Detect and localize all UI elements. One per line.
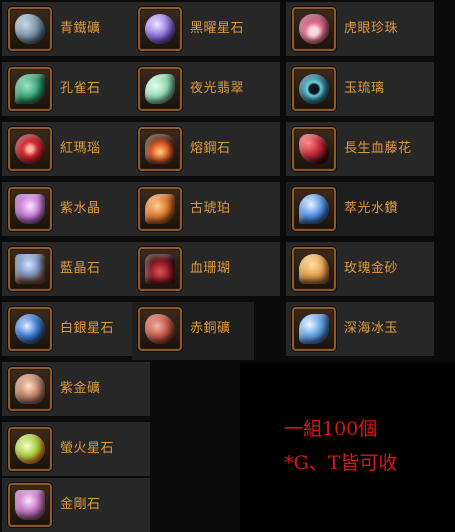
purple-orb-icon — [145, 14, 175, 44]
item-label: 紅瑪瑙 — [60, 141, 101, 156]
item-label: 赤銅礦 — [190, 321, 231, 336]
item-cell[interactable]: 紫金礦 — [2, 362, 150, 416]
diamond-ore-icon — [15, 490, 45, 520]
green-leaf-stone-icon — [15, 74, 45, 104]
item-cell[interactable]: 玫瑰金砂 — [286, 242, 434, 296]
item-cell[interactable]: 夜光翡翠 — [132, 62, 280, 116]
item-cell[interactable]: 紫水晶 — [2, 182, 150, 236]
item-slot[interactable] — [138, 67, 182, 111]
item-cell[interactable]: 金剛石 — [2, 478, 150, 532]
item-slot[interactable] — [138, 7, 182, 51]
item-label: 玉琉璃 — [344, 81, 385, 96]
item-slot[interactable] — [8, 127, 52, 171]
item-cell[interactable]: 玉琉璃 — [286, 62, 434, 116]
item-cell[interactable]: 藍晶石 — [2, 242, 150, 296]
red-disc-icon — [15, 134, 45, 164]
amber-leaf-icon — [145, 194, 175, 224]
item-slot[interactable] — [292, 127, 336, 171]
item-cell[interactable]: 長生血藤花 — [286, 122, 434, 176]
item-slot[interactable] — [8, 483, 52, 527]
item-cell[interactable]: 白銀星石 — [2, 302, 150, 356]
red-vine-flower-icon — [299, 134, 329, 164]
item-cell[interactable]: 螢火星石 — [2, 422, 150, 476]
item-cell[interactable]: 紅瑪瑙 — [2, 122, 150, 176]
item-slot[interactable] — [8, 307, 52, 351]
item-label: 萃光水鑽 — [344, 201, 399, 216]
item-label: 長生血藤花 — [344, 141, 412, 156]
item-slot[interactable] — [292, 187, 336, 231]
rose-gold-sand-icon — [299, 254, 329, 284]
silver-star-orb-icon — [15, 314, 45, 344]
item-label: 虎眼珍珠 — [344, 21, 399, 36]
item-label: 紫水晶 — [60, 201, 101, 216]
deep-sea-ice-jade-icon — [299, 314, 329, 344]
promo-currency-text: *G、T皆可收 — [284, 452, 398, 474]
promo-panel: 一組100個 *G、T皆可收 — [240, 362, 455, 532]
item-label: 熔鋼石 — [190, 141, 231, 156]
item-label: 白銀星石 — [60, 321, 115, 336]
item-cell[interactable]: 黑曜星石 — [132, 2, 280, 56]
item-slot[interactable] — [8, 427, 52, 471]
item-slot[interactable] — [8, 67, 52, 111]
item-label: 金剛石 — [60, 497, 101, 512]
item-cell[interactable]: 虎眼珍珠 — [286, 2, 434, 56]
gray-ore-icon — [15, 14, 45, 44]
item-slot[interactable] — [8, 7, 52, 51]
item-label: 古琥珀 — [190, 201, 231, 216]
item-label: 黑曜星石 — [190, 21, 245, 36]
item-cell[interactable]: 古琥珀 — [132, 182, 280, 236]
item-slot[interactable] — [292, 247, 336, 291]
molten-rock-icon — [145, 134, 175, 164]
teal-ring-icon — [299, 74, 329, 104]
copper-ore-icon — [145, 314, 175, 344]
red-coral-icon — [145, 254, 175, 284]
item-slot[interactable] — [292, 7, 336, 51]
pink-shell-pearl-icon — [299, 14, 329, 44]
item-slot[interactable] — [8, 247, 52, 291]
item-label: 藍晶石 — [60, 261, 101, 276]
item-label: 紫金礦 — [60, 381, 101, 396]
amethyst-cluster-icon — [15, 194, 45, 224]
item-slot[interactable] — [138, 247, 182, 291]
item-label: 玫瑰金砂 — [344, 261, 399, 276]
item-cell[interactable]: 萃光水鑽 — [286, 182, 434, 236]
item-label: 血珊瑚 — [190, 261, 231, 276]
item-cell[interactable]: 赤銅礦 — [132, 302, 254, 360]
item-slot[interactable] — [138, 187, 182, 231]
item-label: 深海冰玉 — [344, 321, 399, 336]
blue-tablet-ore-icon — [15, 254, 45, 284]
purple-gold-ore-icon — [15, 374, 45, 404]
item-cell[interactable]: 孔雀石 — [2, 62, 150, 116]
item-cell[interactable]: 熔鋼石 — [132, 122, 280, 176]
jade-claw-icon — [145, 74, 175, 104]
blue-crystal-icon — [299, 194, 329, 224]
item-cell[interactable]: 深海冰玉 — [286, 302, 434, 356]
item-slot[interactable] — [8, 367, 52, 411]
item-label: 孔雀石 — [60, 81, 101, 96]
item-slot[interactable] — [292, 307, 336, 351]
item-label: 螢火星石 — [60, 441, 115, 456]
item-slot[interactable] — [138, 127, 182, 171]
item-label: 青鐵礦 — [60, 21, 101, 36]
material-grid: 青鐵礦 黑曜星石 虎眼珍珠 孔雀石 夜光翡翠 玉琉璃 紅瑪瑙 熔鋼石 長生血藤花… — [0, 0, 455, 532]
item-cell[interactable]: 血珊瑚 — [132, 242, 280, 296]
item-slot[interactable] — [8, 187, 52, 231]
item-slot[interactable] — [292, 67, 336, 111]
promo-quantity-text: 一組100個 — [284, 418, 378, 440]
item-slot[interactable] — [138, 307, 182, 351]
item-cell[interactable]: 青鐵礦 — [2, 2, 150, 56]
item-label: 夜光翡翠 — [190, 81, 245, 96]
firefly-star-orb-icon — [15, 434, 45, 464]
